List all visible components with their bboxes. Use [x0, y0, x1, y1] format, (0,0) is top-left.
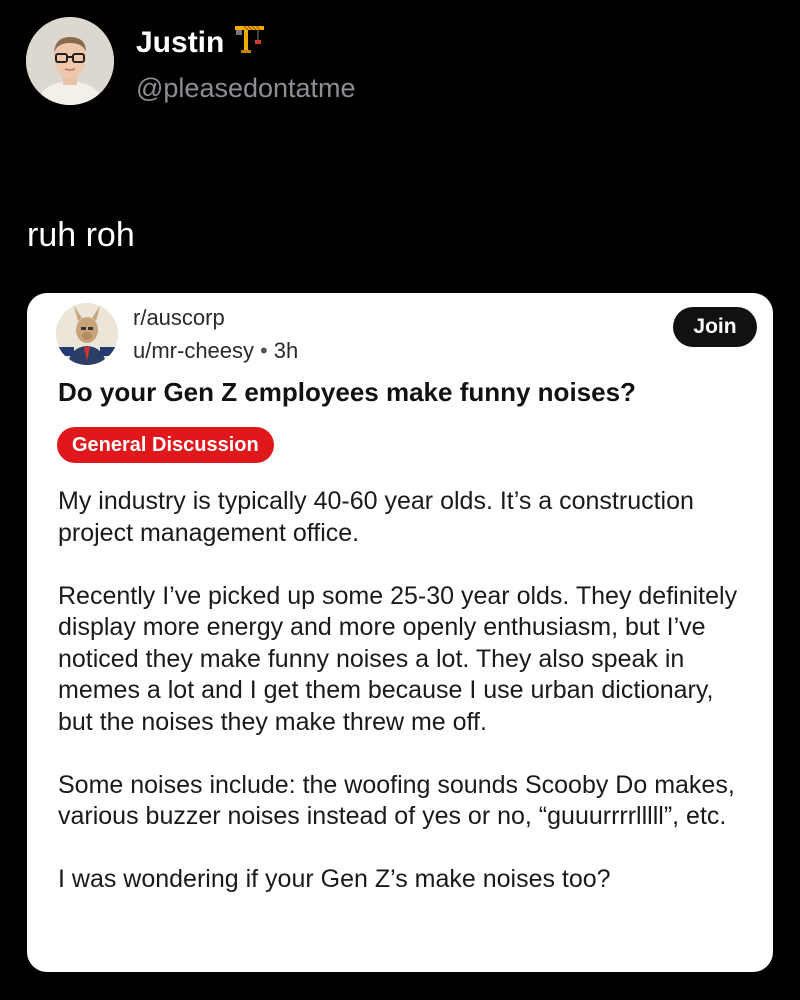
construction-crane-icon — [232, 23, 266, 62]
tweet-header: Justin @pleasedontatme — [26, 17, 356, 105]
tweet-text: ruh roh — [27, 216, 135, 254]
poster-line: u/mr-cheesy • 3h — [133, 338, 298, 364]
post-paragraph: I was wondering if your Gen Z’s make noi… — [58, 865, 611, 893]
embedded-reddit-post[interactable]: r/auscorp u/mr-cheesy • 3h Join Do your Ge… — [27, 293, 773, 972]
post-paragraph: Recently I’ve picked up some 25-30 year … — [58, 581, 738, 736]
subreddit-name[interactable]: r/auscorp — [133, 305, 298, 331]
post-title[interactable]: Do your Gen Z employees make funny noise… — [58, 375, 753, 409]
post-body: My industry is typically 40-60 year olds… — [58, 486, 743, 927]
post-paragraph: Some noises include: the woofing sounds … — [58, 770, 735, 831]
author-handle[interactable]: @pleasedontatme — [136, 72, 356, 104]
post-flair[interactable]: General Discussion — [57, 427, 274, 463]
author-info: Justin @pleasedontatme — [136, 17, 356, 104]
join-button[interactable]: Join — [673, 307, 757, 347]
post-time: 3h — [273, 337, 299, 363]
author-name[interactable]: Justin — [136, 25, 224, 61]
post-username[interactable]: u/mr-cheesy — [133, 338, 254, 363]
meta-separator: • — [260, 337, 268, 363]
subreddit-avatar[interactable] — [56, 303, 118, 365]
post-header: r/auscorp u/mr-cheesy • 3h — [56, 303, 298, 365]
post-meta: r/auscorp u/mr-cheesy • 3h — [133, 305, 298, 364]
post-paragraph: My industry is typically 40-60 year olds… — [58, 487, 694, 547]
author-avatar[interactable] — [26, 17, 114, 105]
author-name-row[interactable]: Justin — [136, 23, 356, 62]
